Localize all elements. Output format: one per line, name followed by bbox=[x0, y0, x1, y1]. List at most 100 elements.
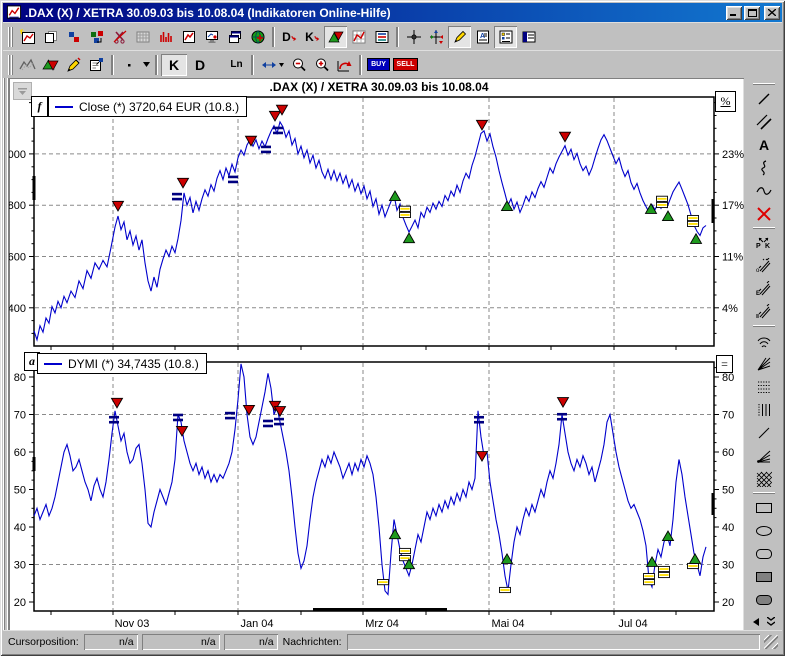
draw-pencil-button[interactable] bbox=[448, 26, 471, 48]
signals-toggle-icon[interactable] bbox=[39, 54, 62, 76]
toolbar-grip[interactable] bbox=[7, 55, 14, 75]
toolbar-grip[interactable] bbox=[753, 83, 775, 85]
legend-line-sample bbox=[44, 363, 62, 365]
curve-icon[interactable] bbox=[749, 179, 778, 202]
ellipse-icon[interactable] bbox=[749, 519, 778, 542]
log-label: Ln bbox=[230, 60, 242, 70]
text-tool-icon[interactable]: A bbox=[749, 133, 778, 156]
svg-text:80: 80 bbox=[722, 372, 734, 384]
reset-zoom-icon[interactable] bbox=[333, 54, 356, 76]
svg-text:60: 60 bbox=[722, 447, 734, 459]
candle-chart-button[interactable]: K bbox=[161, 54, 187, 76]
status-bar: Cursorposition: n/a n/a n/a Nachrichten: bbox=[3, 630, 782, 653]
svg-text:11%: 11% bbox=[722, 252, 743, 264]
sell-button[interactable]: SELL bbox=[392, 54, 419, 76]
close-icon[interactable] bbox=[764, 6, 780, 20]
pane2-scale-button[interactable]: = bbox=[716, 355, 733, 373]
move-axis-icon[interactable] bbox=[425, 26, 448, 48]
crosshair-icon[interactable] bbox=[402, 26, 425, 48]
drawing-toolbar: A PK o E bbox=[745, 79, 782, 631]
pane2-legend[interactable]: DYMI (*) 34,7435 (10.8.) bbox=[37, 353, 207, 374]
trend-line-icon[interactable] bbox=[749, 87, 778, 110]
delete-object-icon[interactable] bbox=[749, 202, 778, 225]
cursor-date-field: n/a bbox=[142, 634, 220, 650]
toolbar-scroll-more-icon[interactable] bbox=[767, 613, 775, 631]
object-list-button[interactable] bbox=[494, 26, 517, 48]
copy-icon[interactable] bbox=[39, 26, 62, 48]
new-chart-icon[interactable] bbox=[16, 26, 39, 48]
svg-text:Mrz 04: Mrz 04 bbox=[365, 618, 399, 630]
toolbar-separator bbox=[251, 55, 254, 75]
svg-text:Jan 04: Jan 04 bbox=[240, 618, 273, 630]
daily-button[interactable]: D bbox=[278, 26, 301, 48]
retracement-levels-icon[interactable] bbox=[749, 375, 778, 398]
signals-button[interactable] bbox=[324, 26, 347, 48]
toolbar-grip[interactable] bbox=[7, 27, 14, 47]
portfolio-icon[interactable] bbox=[85, 26, 108, 48]
svg-text:3600: 3600 bbox=[9, 252, 26, 264]
toolbar-grip[interactable] bbox=[753, 492, 775, 494]
app-icon bbox=[6, 5, 22, 20]
fibonacci-fan-icon[interactable] bbox=[749, 352, 778, 375]
volume-icon[interactable] bbox=[154, 26, 177, 48]
vertical-lines-icon[interactable] bbox=[749, 398, 778, 421]
gann-grid-icon[interactable] bbox=[749, 467, 778, 490]
buy-button[interactable]: BUY bbox=[365, 54, 392, 76]
pane1-percent-scale-button[interactable]: % bbox=[715, 91, 736, 112]
minimize-button[interactable] bbox=[726, 6, 742, 20]
cascade-windows-icon[interactable] bbox=[223, 26, 246, 48]
h-expand-button[interactable] bbox=[257, 54, 287, 76]
cursor-y-field: n/a bbox=[224, 634, 278, 650]
text-note-icon[interactable]: A bbox=[471, 26, 494, 48]
trend-pencil-a-icon[interactable]: o bbox=[749, 254, 778, 277]
freehand-icon[interactable] bbox=[749, 156, 778, 179]
indicator-grid-icon[interactable] bbox=[347, 26, 370, 48]
data-table-icon[interactable] bbox=[517, 26, 540, 48]
trend-pencil-e-icon[interactable]: E bbox=[749, 277, 778, 300]
rounded-rectangle-icon[interactable] bbox=[749, 542, 778, 565]
svg-text:A: A bbox=[759, 137, 769, 153]
title-bar[interactable]: .DAX (X) / XETRA 30.09.03 bis 10.08.04 (… bbox=[3, 3, 782, 22]
trend-pencil-x-icon[interactable] bbox=[749, 300, 778, 323]
zoom-out-icon[interactable] bbox=[287, 54, 310, 76]
filled-rounded-rectangle-icon[interactable] bbox=[749, 588, 778, 611]
pane1-legend[interactable]: Close (*) 3720,64 EUR (10.8.) bbox=[48, 96, 247, 117]
svg-text:Mai 04: Mai 04 bbox=[491, 618, 524, 630]
unlink-icon[interactable] bbox=[108, 26, 131, 48]
svg-text:50: 50 bbox=[14, 485, 26, 497]
weekly-button[interactable]: K bbox=[301, 26, 324, 48]
zoom-in-icon[interactable] bbox=[310, 54, 333, 76]
log-scale-button[interactable]: Ln bbox=[225, 54, 248, 76]
speed-lines-icon[interactable] bbox=[749, 444, 778, 467]
indicator-list-icon[interactable] bbox=[370, 26, 393, 48]
monitor-icon[interactable] bbox=[200, 26, 223, 48]
daily-label: D bbox=[282, 31, 291, 43]
line-chart-icon[interactable] bbox=[177, 26, 200, 48]
toolbar-grip[interactable] bbox=[753, 227, 775, 229]
pane1-function-button[interactable]: f bbox=[31, 96, 48, 117]
point-style-button[interactable] bbox=[117, 54, 140, 76]
compare-icon[interactable] bbox=[62, 26, 85, 48]
resize-grip[interactable] bbox=[764, 635, 778, 649]
grid-icon[interactable] bbox=[131, 26, 154, 48]
single-line-icon[interactable] bbox=[749, 421, 778, 444]
properties-icon[interactable] bbox=[85, 54, 108, 76]
toolbar-grip[interactable] bbox=[753, 325, 775, 327]
svg-text:K: K bbox=[765, 243, 770, 250]
fibonacci-arcs-icon[interactable] bbox=[749, 329, 778, 352]
web-icon[interactable] bbox=[246, 26, 269, 48]
cursor-position-label: Cursorposition: bbox=[5, 636, 82, 648]
rectangle-icon[interactable] bbox=[749, 496, 778, 519]
point-style-dropdown[interactable] bbox=[140, 54, 152, 76]
filled-rectangle-icon[interactable] bbox=[749, 565, 778, 588]
svg-text:80: 80 bbox=[14, 372, 26, 384]
parallel-lines-icon[interactable] bbox=[749, 110, 778, 133]
zigzag-icon[interactable] bbox=[16, 54, 39, 76]
svg-text:23%: 23% bbox=[722, 149, 744, 161]
toolbar-scroll-left-icon[interactable] bbox=[753, 613, 759, 631]
pk-levels-icon[interactable]: PK bbox=[749, 231, 778, 254]
maximize-button[interactable] bbox=[744, 6, 760, 20]
bar-chart-button[interactable]: D bbox=[187, 54, 213, 76]
weekly-label: K bbox=[305, 31, 314, 43]
highlighter-icon[interactable] bbox=[62, 54, 85, 76]
